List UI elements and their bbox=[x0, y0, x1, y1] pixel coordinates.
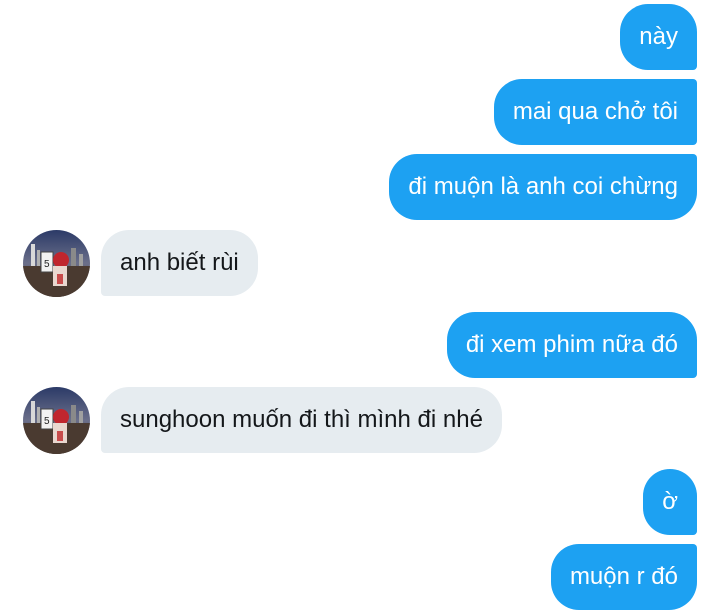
sent-message-bubble[interactable]: này bbox=[620, 4, 697, 70]
sent-message-bubble[interactable]: đi xem phim nữa đó bbox=[446, 312, 697, 378]
avatar-photo-icon: 5 bbox=[23, 387, 90, 454]
sent-message-bubble[interactable]: đi muộn là anh coi chừng bbox=[389, 154, 697, 220]
sent-message-bubble[interactable]: muộn r đó bbox=[550, 544, 697, 610]
received-message-bubble[interactable]: sunghoon muốn đi thì mình đi nhé bbox=[101, 387, 502, 453]
sent-message-bubble[interactable]: mai qua chở tôi bbox=[493, 79, 697, 145]
received-message-bubble[interactable]: anh biết rùi bbox=[101, 230, 258, 296]
message-text: anh biết rùi bbox=[120, 249, 239, 276]
message-text: này bbox=[639, 23, 678, 50]
message-text: mai qua chở tôi bbox=[512, 98, 678, 125]
svg-text:5: 5 bbox=[44, 259, 50, 270]
sent-message-bubble[interactable]: ờ bbox=[643, 469, 697, 535]
avatar-photo-icon: 5 bbox=[23, 230, 90, 297]
contact-avatar[interactable]: 5 bbox=[23, 230, 90, 297]
message-text: muộn r đó bbox=[569, 563, 678, 590]
contact-avatar[interactable]: 5 bbox=[23, 387, 90, 454]
svg-text:5: 5 bbox=[44, 416, 50, 427]
message-thread: này mai qua chở tôi đi muộn là anh coi c… bbox=[0, 0, 719, 615]
message-text: ờ bbox=[662, 488, 678, 515]
message-text: đi xem phim nữa đó bbox=[465, 331, 678, 358]
message-text: sunghoon muốn đi thì mình đi nhé bbox=[120, 406, 483, 433]
message-text: đi muộn là anh coi chừng bbox=[408, 173, 678, 200]
